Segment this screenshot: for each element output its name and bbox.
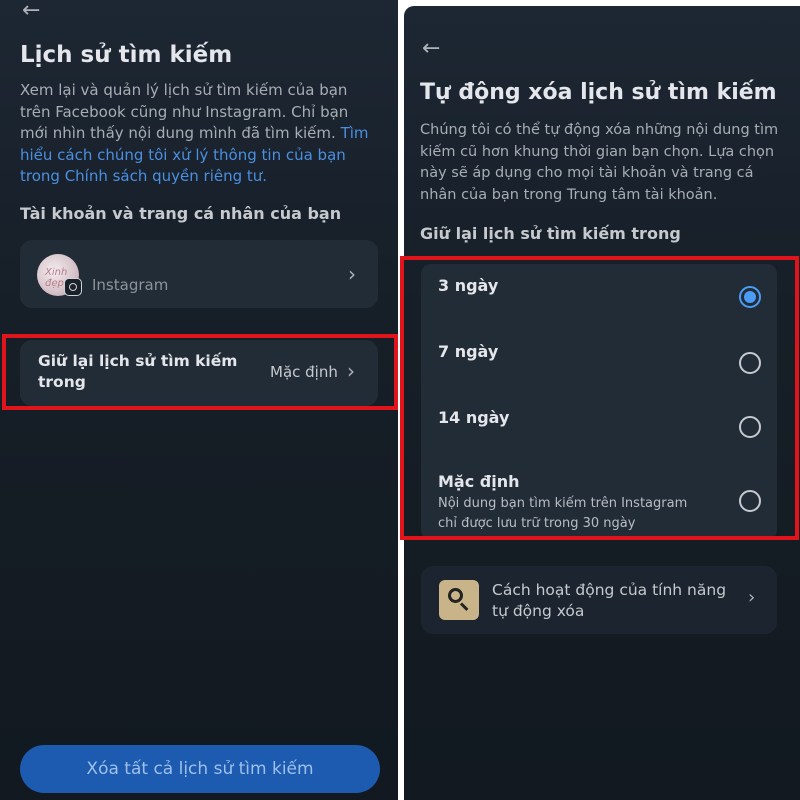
help-link-text: Cách hoạt động của tính năng tự động xóa (492, 581, 727, 620)
options-heading: Giữ lại lịch sử tìm kiếm trong (420, 224, 681, 243)
chevron-right-icon: › (348, 262, 356, 286)
page-description: Xem lại và quản lý lịch sử tìm kiếm của … (20, 80, 372, 188)
highlight-box-retention-row (2, 334, 398, 410)
account-name: Instagram (92, 276, 169, 294)
account-card-instagram[interactable]: Xinh đẹp Instagram › (20, 240, 378, 308)
instagram-icon (64, 278, 82, 296)
chevron-right-icon: › (748, 587, 756, 608)
back-arrow-icon[interactable]: ← (22, 0, 40, 22)
highlight-box-options (400, 256, 799, 540)
magnifier-icon (439, 580, 479, 620)
accounts-heading: Tài khoản và trang cá nhân của bạn (20, 204, 342, 223)
how-auto-delete-works-link[interactable]: Cách hoạt động của tính năng tự động xóa… (421, 566, 777, 634)
clear-all-history-button[interactable]: Xóa tất cả lịch sử tìm kiếm (20, 745, 380, 793)
page-title: Lịch sử tìm kiếm (20, 42, 233, 68)
back-arrow-icon[interactable]: ← (422, 38, 440, 60)
description-text: Xem lại và quản lý lịch sử tìm kiếm của … (20, 81, 349, 142)
page-description: Chúng tôi có thể tự động xóa những nội d… (420, 122, 779, 203)
page-title: Tự động xóa lịch sử tìm kiếm (420, 80, 777, 105)
